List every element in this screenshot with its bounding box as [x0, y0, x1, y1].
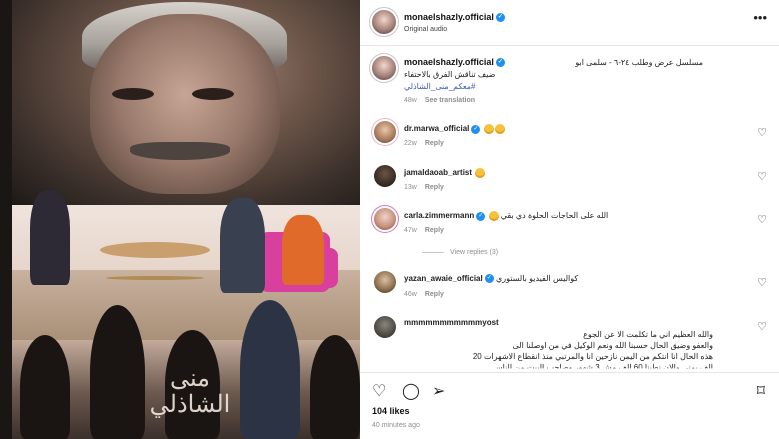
reply-button[interactable]: Reply [425, 184, 444, 191]
emoji-icon [488, 211, 499, 221]
comment-avatar[interactable] [374, 316, 396, 338]
heart-icon[interactable]: ♡ [372, 381, 386, 401]
comment-time[interactable]: 13w [404, 184, 417, 191]
guest-figure [220, 198, 265, 293]
author-username[interactable]: monaelshazly.official ✓ [404, 12, 505, 23]
comment-username[interactable]: dr.marwa_official [404, 124, 469, 133]
action-bar: ♡ ◯ ➢ ⌑ [360, 372, 779, 402]
comment-avatar[interactable] [374, 121, 396, 143]
verified-icon: ✓ [471, 124, 481, 134]
comment-text-line: الف يمني والان نطبنا 60 الف مش 3 شهور وص… [492, 363, 713, 372]
comment-avatar[interactable] [374, 208, 396, 230]
audience-silhouette [310, 335, 360, 439]
view-replies-link[interactable]: View replies (3) [422, 249, 498, 256]
post-video[interactable]: منى الشاذلي [0, 0, 360, 439]
caption-hashtag[interactable]: #معكم_منى_الشاذلي [404, 82, 476, 91]
comment-row: mmmmmmmmmmmyost [404, 318, 499, 327]
actor-mustache [130, 142, 230, 160]
audience-silhouette [20, 335, 70, 439]
comment-meta: 22w Reply [404, 140, 444, 147]
comment-row: jamaldaoab_artist [404, 168, 486, 178]
likes-count[interactable]: 104 likes [372, 406, 410, 416]
reply-button[interactable]: Reply [425, 140, 444, 147]
comment-meta: 13w Reply [404, 184, 444, 191]
bookmark-icon[interactable]: ⌑ [757, 381, 765, 401]
see-translation-link[interactable]: See translation [425, 97, 475, 104]
post-timestamp: 40 minutes ago [372, 422, 420, 429]
comment-meta: 46w Reply [404, 291, 444, 298]
comment-text: الله على الحاجات الحلوة دي بقي [500, 211, 609, 221]
comment-text: كواليس الفيديو بالستوري [495, 274, 579, 283]
comment-row: yazan_awaie_official ✓ كواليس الفيديو بال… [404, 274, 579, 284]
video-border [0, 0, 12, 439]
comment-row: dr.marwa_official ✓ [404, 124, 505, 134]
comment-text-line: هذه الحال انا انتكم من اليمن نازحين انا … [472, 352, 713, 361]
comment-time[interactable]: 46w [404, 291, 417, 298]
actor-eye-left [112, 88, 154, 100]
caption-username-text[interactable]: monaelshazly.official [404, 57, 494, 67]
emoji-icon [494, 124, 505, 134]
coffee-table [100, 242, 210, 258]
host-figure [30, 190, 70, 285]
comment-username[interactable]: mmmmmmmmmmmyost [404, 318, 499, 327]
comment-like-heart-icon[interactable]: ♡ [757, 213, 767, 226]
actor-eye-right [192, 88, 234, 100]
emoji-icon [483, 124, 494, 134]
post-header: monaelshazly.official ✓ Original audio ••… [360, 0, 779, 46]
caption-meta: 48w See translation [404, 97, 475, 104]
caption-avatar[interactable] [372, 56, 396, 80]
verified-icon: ✓ [484, 274, 494, 284]
more-horizontal-icon[interactable]: ••• [753, 10, 767, 25]
caption-line-1: مسلسل عرض وطلب ٢٤-٦ - سلمى ابو [575, 58, 703, 67]
actor-face [90, 14, 280, 194]
verified-icon: ✓ [495, 13, 505, 23]
author-username-text[interactable]: monaelshazly.official [404, 12, 494, 22]
video-closeup-frame [12, 0, 360, 205]
comment-time[interactable]: 47w [404, 227, 417, 234]
caption-time[interactable]: 48w [404, 97, 417, 104]
caption-line-2: ضيف تناقش الفرق بالاحتفاء [404, 70, 496, 79]
guest-figure-orange [282, 215, 324, 285]
send-icon[interactable]: ➢ [432, 381, 445, 401]
comment-time[interactable]: 22w [404, 140, 417, 147]
comment-row: carla.zimmermann ✓ الله على الحاجات الحلو… [404, 211, 608, 221]
comment-meta: 47w Reply [404, 227, 444, 234]
comment-avatar[interactable] [374, 165, 396, 187]
author-avatar[interactable] [372, 10, 396, 34]
emoji-icon [475, 168, 486, 178]
comment-like-heart-icon[interactable]: ♡ [757, 126, 767, 139]
comment-username[interactable]: jamaldaoab_artist [404, 168, 472, 177]
comment-like-heart-icon[interactable]: ♡ [757, 170, 767, 183]
comment-username[interactable]: carla.zimmermann [404, 211, 474, 220]
comment-text-line: والله العظيم اني ما تكلمت الا عن الجوع [583, 330, 713, 339]
audio-label[interactable]: Original audio [404, 26, 447, 33]
comment-text-line: والعفو وضيق الحال حسبنا الله ونعم الوكيل… [512, 341, 713, 350]
post-panel: monaelshazly.official ✓ Original audio ••… [360, 0, 779, 439]
comment-like-heart-icon[interactable]: ♡ [757, 320, 767, 333]
comment-icon[interactable]: ◯ [402, 381, 420, 401]
reply-button[interactable]: Reply [425, 291, 444, 298]
comment-like-heart-icon[interactable]: ♡ [757, 276, 767, 289]
reply-button[interactable]: Reply [425, 227, 444, 234]
show-logo: منى الشاذلي [149, 364, 231, 418]
verified-icon: ✓ [476, 211, 486, 221]
caption-username[interactable]: monaelshazly.official ✓ [404, 57, 505, 68]
comment-avatar[interactable] [374, 271, 396, 293]
comment-username[interactable]: yazan_awaie_official [404, 274, 483, 283]
